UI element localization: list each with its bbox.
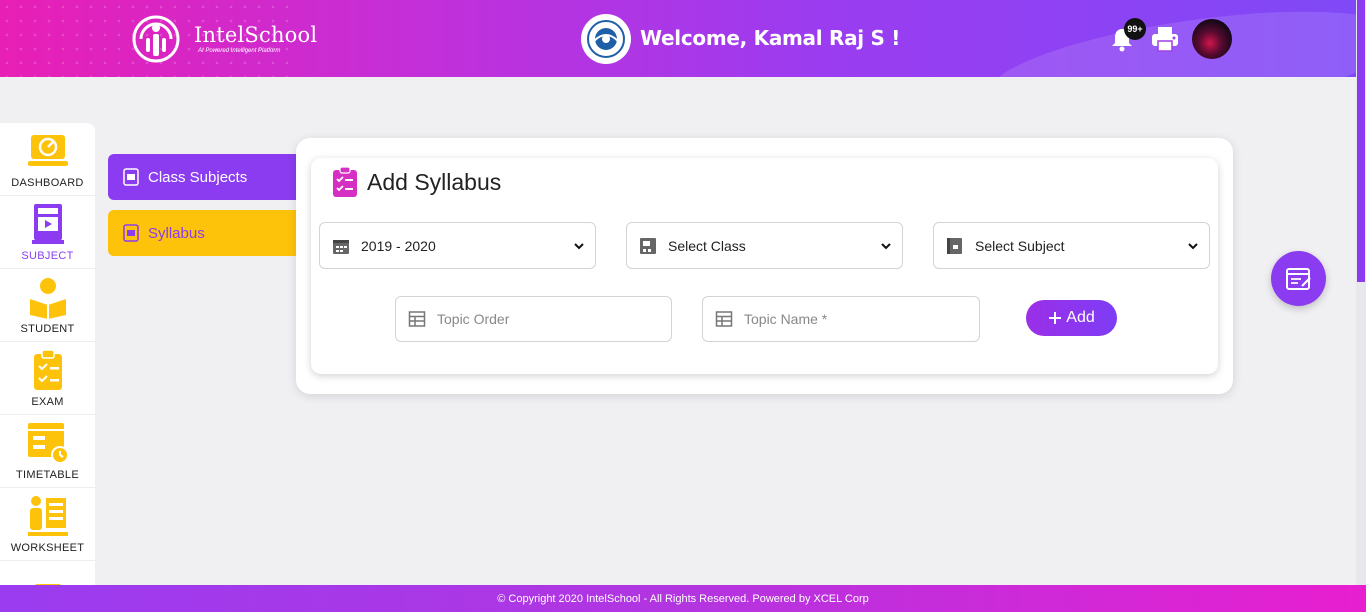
note-edit-icon	[1285, 267, 1311, 290]
main-sidebar: DASHBOARD SUBJECT STUDENT EXAM TIMETABLE…	[0, 123, 95, 585]
sidebar-item-student[interactable]: STUDENT	[0, 269, 95, 342]
book-icon	[947, 237, 962, 254]
input-placeholder: Topic Order	[437, 311, 510, 327]
sidebar-label: EXAM	[31, 396, 64, 408]
sidebar-label: SUBJECT	[21, 250, 74, 262]
add-button[interactable]: Add	[1026, 300, 1117, 336]
panel-title: Add Syllabus	[332, 166, 501, 198]
chevron-down-icon	[881, 243, 891, 250]
school-emblem	[581, 14, 631, 64]
submenu-label: Class Subjects	[148, 168, 248, 186]
school-emblem-icon	[587, 20, 625, 58]
sidebar-item-exam[interactable]: EXAM	[0, 342, 95, 415]
sidebar-label: STUDENT	[20, 323, 75, 335]
user-avatar[interactable]	[1192, 19, 1232, 59]
topic-name-input[interactable]: Topic Name *	[702, 296, 980, 342]
panel-title-text: Add Syllabus	[367, 168, 502, 195]
select-value: Select Subject	[975, 237, 1065, 254]
printer-icon[interactable]	[1150, 24, 1180, 54]
subject-icon	[31, 204, 64, 244]
calendar-icon	[333, 239, 349, 254]
clipboard-icon	[333, 166, 357, 197]
sidebar-item-timetable[interactable]: TIMETABLE	[0, 415, 95, 488]
timetable-icon	[27, 423, 69, 464]
sidebar-item-dashboard[interactable]: DASHBOARD	[0, 123, 95, 196]
scrollbar-thumb[interactable]	[1357, 0, 1365, 282]
academic-year-select[interactable]: 2019 - 2020	[319, 222, 596, 269]
chevron-down-icon	[574, 243, 584, 250]
submenu-item-syllabus[interactable]: Syllabus	[108, 210, 304, 256]
sidebar-item-more[interactable]	[0, 561, 95, 585]
page-footer: © Copyright 2020 IntelSchool - All Right…	[0, 585, 1366, 612]
select-value: Select Class	[668, 237, 746, 254]
logo-icon	[132, 15, 180, 63]
select-value: 2019 - 2020	[361, 237, 436, 254]
app-logo[interactable]: IntelSchool AI Powered Intelligent Platf…	[128, 12, 317, 66]
submenu-label: Syllabus	[148, 224, 205, 242]
book-video-icon	[123, 168, 139, 186]
sidebar-item-subject[interactable]: SUBJECT	[0, 196, 95, 269]
sidebar-label: WORKSHEET	[10, 542, 85, 554]
submenu-item-class-subjects[interactable]: Class Subjects	[108, 154, 304, 200]
sidebar-item-worksheet[interactable]: WORKSHEET	[0, 488, 95, 561]
page-scrollbar[interactable]	[1356, 0, 1366, 585]
sidebar-label: TIMETABLE	[15, 469, 79, 481]
chevron-down-icon	[1188, 243, 1198, 250]
copyright-text: © Copyright 2020 IntelSchool - All Right…	[497, 592, 869, 605]
add-button-label: Add	[1066, 309, 1095, 326]
classroom-icon	[640, 237, 656, 254]
table-icon	[408, 311, 426, 327]
class-select[interactable]: Select Class	[626, 222, 903, 269]
logo-name: IntelSchool	[194, 23, 318, 47]
logo-tagline: AI Powered Intelligent Platform	[198, 48, 281, 54]
input-placeholder: Topic Name *	[744, 311, 828, 327]
worksheet-icon	[27, 496, 68, 536]
exam-icon	[33, 349, 62, 390]
floating-edit-button[interactable]	[1271, 251, 1326, 306]
table-icon	[715, 311, 733, 327]
topic-order-input[interactable]: Topic Order	[395, 296, 672, 342]
subject-submenu: Class Subjects Syllabus	[108, 154, 304, 266]
sidebar-label: DASHBOARD	[11, 177, 84, 189]
subject-select[interactable]: Select Subject	[933, 222, 1210, 269]
book-video-icon	[123, 224, 139, 242]
welcome-message: Welcome, Kamal Raj S !	[640, 26, 901, 50]
dashboard-icon	[27, 135, 68, 166]
student-icon	[29, 278, 66, 319]
notification-count-badge: 99+	[1124, 18, 1146, 40]
plus-icon	[1049, 312, 1062, 324]
